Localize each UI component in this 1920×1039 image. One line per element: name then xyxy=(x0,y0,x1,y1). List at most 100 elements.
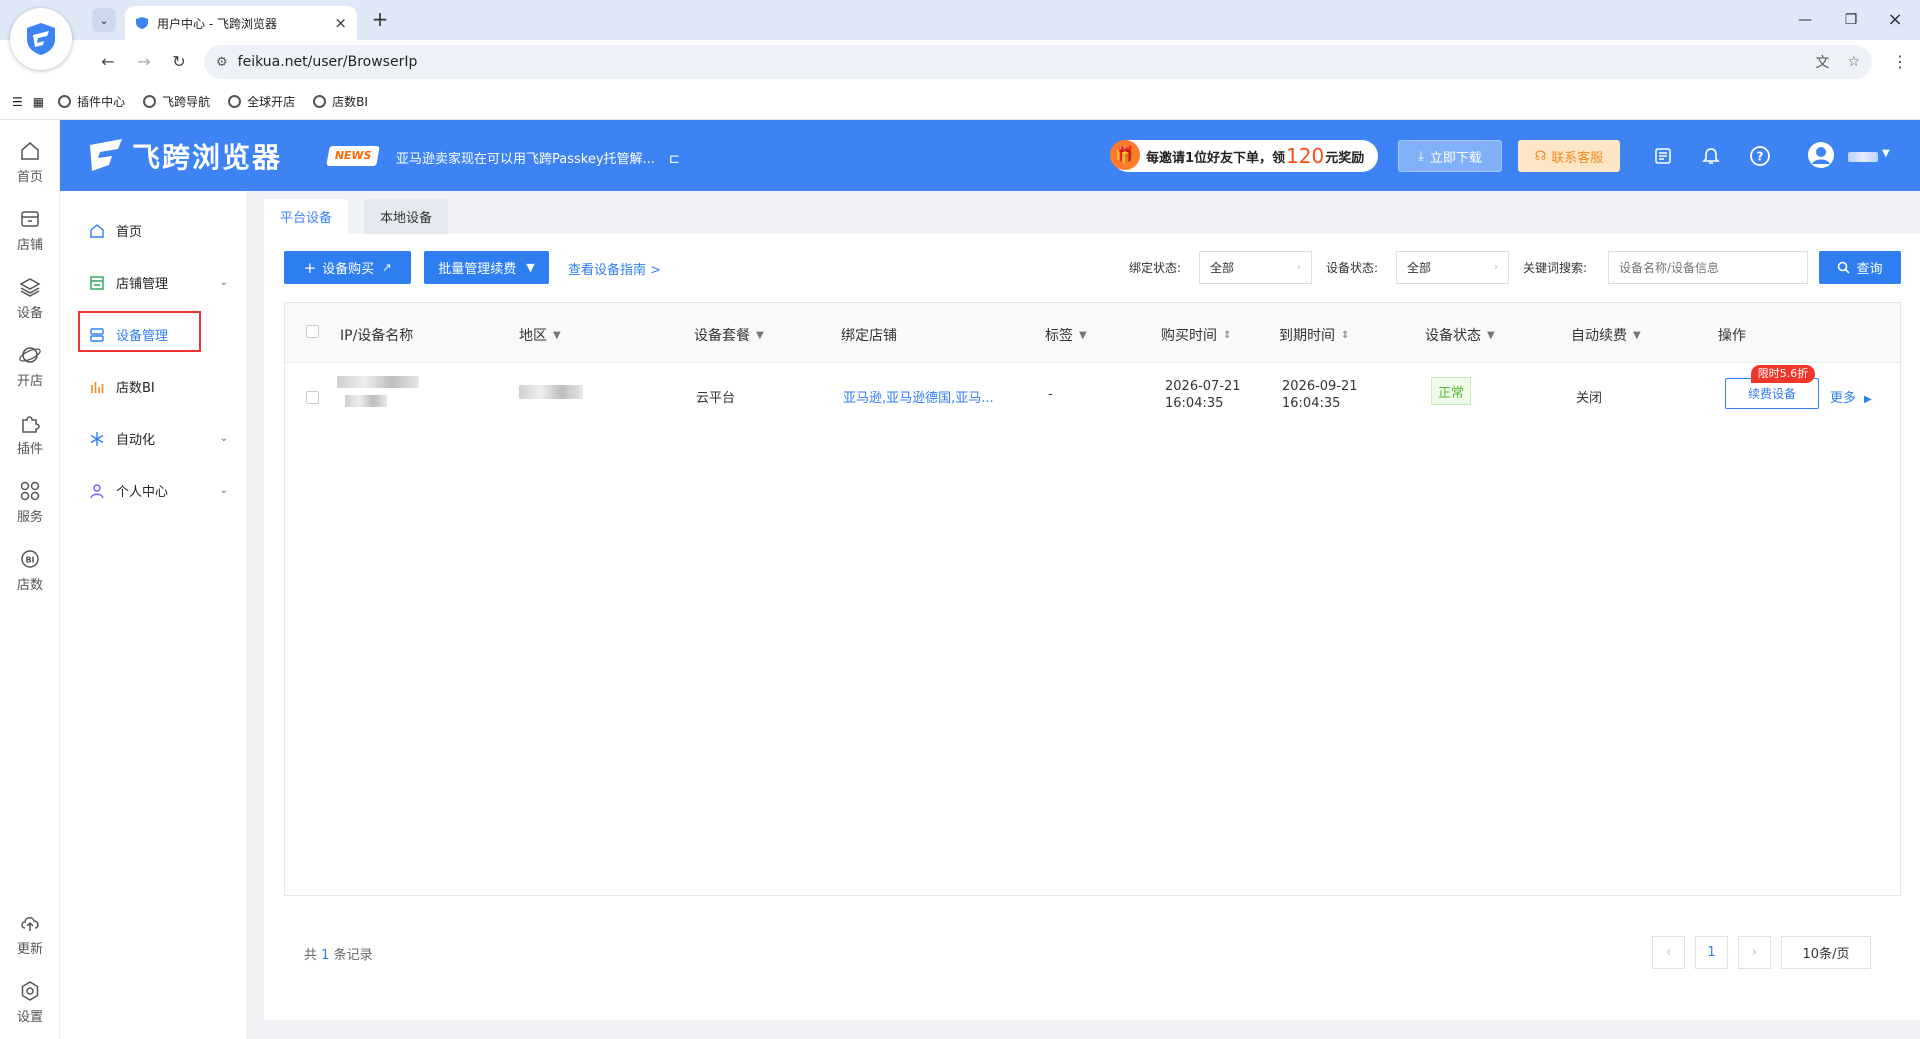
next-page-button[interactable]: › xyxy=(1738,936,1771,969)
bound-shop-link[interactable]: 亚马逊,亚马逊德国,亚马... xyxy=(843,387,994,406)
tab-local-devices[interactable]: 本地设备 xyxy=(364,199,449,234)
site-info-icon[interactable]: ⚙ xyxy=(216,55,228,70)
avatar[interactable] xyxy=(1808,142,1834,168)
globe-icon xyxy=(143,95,157,108)
url-text: feikua.net/user/BrowserIp xyxy=(237,54,418,70)
apps-grid-icon[interactable]: ▦ xyxy=(33,95,44,109)
minimize-button[interactable]: — xyxy=(1790,8,1820,32)
bookmark-plugin-center[interactable]: 插件中心 xyxy=(58,93,125,110)
prev-page-button[interactable]: ‹ xyxy=(1652,936,1685,969)
browser-logo[interactable] xyxy=(10,8,72,70)
close-tab-icon[interactable]: × xyxy=(334,14,347,32)
sidebar-item-personal-center[interactable]: 个人中心 ⌄ xyxy=(88,481,228,500)
row-checkbox[interactable] xyxy=(306,391,319,404)
chevron-down-icon: ⌄ xyxy=(219,485,228,496)
address-bar[interactable]: ⚙ feikua.net/user/BrowserIp 文 ☆ xyxy=(204,45,1872,79)
sidebar-item-store-management[interactable]: 店铺管理 ⌄ xyxy=(88,273,228,292)
keyword-search-input[interactable] xyxy=(1608,251,1808,284)
column-device-plan[interactable]: 设备套餐 ▼ xyxy=(694,325,764,345)
news-ticker[interactable]: 亚马逊卖家现在可以用飞跨Passkey托管解... ⊏ xyxy=(396,148,680,167)
cloud-upload-icon xyxy=(21,916,39,931)
purchase-time-cell: 2026-07-21 16:04:35 xyxy=(1165,379,1241,411)
sort-icon[interactable]: ⇕ xyxy=(1341,330,1349,341)
filter-icon[interactable]: ▼ xyxy=(553,330,561,341)
filter-icon[interactable]: ▼ xyxy=(1079,330,1087,341)
expand-news-icon[interactable]: ⊏ xyxy=(669,152,680,167)
rail-item-home[interactable]: 首页 xyxy=(0,128,60,196)
column-auto-renew[interactable]: 自动续费 ▼ xyxy=(1571,325,1641,345)
select-all-checkbox[interactable] xyxy=(306,325,319,338)
rail-item-settings[interactable]: 设置 xyxy=(0,968,60,1036)
page-size-select[interactable]: 10条/页 xyxy=(1781,936,1871,969)
search-icon xyxy=(1838,261,1851,274)
device-guide-link[interactable]: 查看设备指南 > xyxy=(568,259,661,278)
tab-platform-devices[interactable]: 平台设备 xyxy=(264,199,349,234)
bookmark-store-bi[interactable]: 店数BI xyxy=(313,93,368,110)
sidebar-toggle-icon[interactable]: ☰ xyxy=(12,95,23,109)
browser-menu-icon[interactable]: ⋮ xyxy=(1888,50,1912,74)
contact-support-button[interactable]: ☊ 联系客服 xyxy=(1518,140,1620,172)
column-purchase-time[interactable]: 购买时间 ⇕ xyxy=(1161,325,1231,345)
column-device-status[interactable]: 设备状态 ▼ xyxy=(1425,325,1495,345)
rail-item-plugins[interactable]: 插件 xyxy=(0,400,60,468)
browser-tab[interactable]: 用户中心 - 飞跨浏览器 × xyxy=(125,6,357,40)
bookmark-global-store[interactable]: 全球开店 xyxy=(228,93,295,110)
batch-renew-button[interactable]: 批量管理续费 ▼ xyxy=(424,251,549,284)
bind-status-label: 绑定状态: xyxy=(1129,261,1182,275)
tab-search-button[interactable]: ⌄ xyxy=(92,8,116,32)
table-row[interactable]: 云平台 亚马逊,亚马逊德国,亚马... - 2026-07-21 16:04:3… xyxy=(285,363,1900,433)
column-expire-time[interactable]: 到期时间 ⇕ xyxy=(1279,325,1349,345)
keyword-label: 关键词搜索: xyxy=(1523,261,1588,275)
column-tag[interactable]: 标签 ▼ xyxy=(1045,325,1087,345)
sidebar-item-home[interactable]: 首页 xyxy=(88,221,228,240)
buy-device-button[interactable]: + 设备购买 ↗ xyxy=(284,251,411,284)
sidebar-item-automation[interactable]: 自动化 ⌄ xyxy=(88,429,228,448)
bell-icon[interactable] xyxy=(1697,142,1725,170)
filter-icon[interactable]: ▼ xyxy=(1633,330,1641,341)
reload-button[interactable]: ↻ xyxy=(167,50,191,74)
page-number-button[interactable]: 1 xyxy=(1695,936,1728,969)
filter-icon[interactable]: ▼ xyxy=(756,330,764,341)
new-tab-button[interactable]: + xyxy=(368,8,392,32)
column-region[interactable]: 地区 ▼ xyxy=(519,325,561,345)
gift-icon: 🎁 xyxy=(1110,140,1140,170)
home-icon xyxy=(88,222,106,240)
bookmark-star-icon[interactable]: ☆ xyxy=(1847,54,1860,70)
rail-item-update[interactable]: 更新 xyxy=(0,900,60,968)
globe-icon xyxy=(313,95,327,108)
rail-item-services[interactable]: 服务 xyxy=(0,468,60,536)
rail-item-bi[interactable]: BI 店数 xyxy=(0,536,60,604)
invite-reward-banner[interactable]: 每邀请1位好友下单，领 120 元奖励 xyxy=(1112,140,1378,172)
rail-item-device[interactable]: 设备 xyxy=(0,264,60,332)
notes-icon[interactable] xyxy=(1649,142,1677,170)
device-table: IP/设备名称 地区 ▼ 设备套餐 ▼ 绑定店铺 标签 ▼ 购买时间 ⇕ 到期时间 ⇕ 设… xyxy=(284,302,1901,896)
expire-time-cell: 2026-09-21 16:04:35 xyxy=(1282,379,1358,411)
translate-icon[interactable]: 文 xyxy=(1815,52,1829,72)
store-icon xyxy=(88,274,106,292)
rail-item-open-store[interactable]: 开店 xyxy=(0,332,60,400)
bookmark-feikua-nav[interactable]: 飞跨导航 xyxy=(143,93,210,110)
sort-icon[interactable]: ⇕ xyxy=(1223,330,1231,341)
forward-button[interactable]: → xyxy=(132,50,156,74)
app-logo[interactable]: 飞跨浏览器 xyxy=(86,136,282,176)
query-button[interactable]: 查询 xyxy=(1819,251,1901,284)
close-window-button[interactable]: × xyxy=(1880,8,1910,32)
filter-icon[interactable]: ▼ xyxy=(1487,330,1495,341)
globe-icon xyxy=(58,95,72,108)
help-icon[interactable]: ? xyxy=(1746,142,1774,170)
puzzle-icon xyxy=(22,415,40,433)
region-blurred xyxy=(519,385,583,399)
ip-blurred xyxy=(337,376,419,388)
svg-text:BI: BI xyxy=(25,555,34,564)
more-actions-link[interactable]: 更多 ▶ xyxy=(1830,387,1872,406)
restore-button[interactable]: ❐ xyxy=(1836,8,1866,32)
download-button[interactable]: ⤓ 立即下载 xyxy=(1398,140,1502,172)
caret-down-icon[interactable]: ▼ xyxy=(1882,148,1890,159)
user-name-blurred[interactable] xyxy=(1848,152,1878,162)
globe-icon xyxy=(228,95,242,108)
rail-item-store[interactable]: 店铺 xyxy=(0,196,60,264)
back-button[interactable]: ← xyxy=(96,50,120,74)
sidebar-item-store-bi[interactable]: 店数BI xyxy=(88,377,228,396)
device-status-select[interactable]: 全部 › xyxy=(1396,251,1509,284)
bind-status-select[interactable]: 全部 › xyxy=(1199,251,1312,284)
